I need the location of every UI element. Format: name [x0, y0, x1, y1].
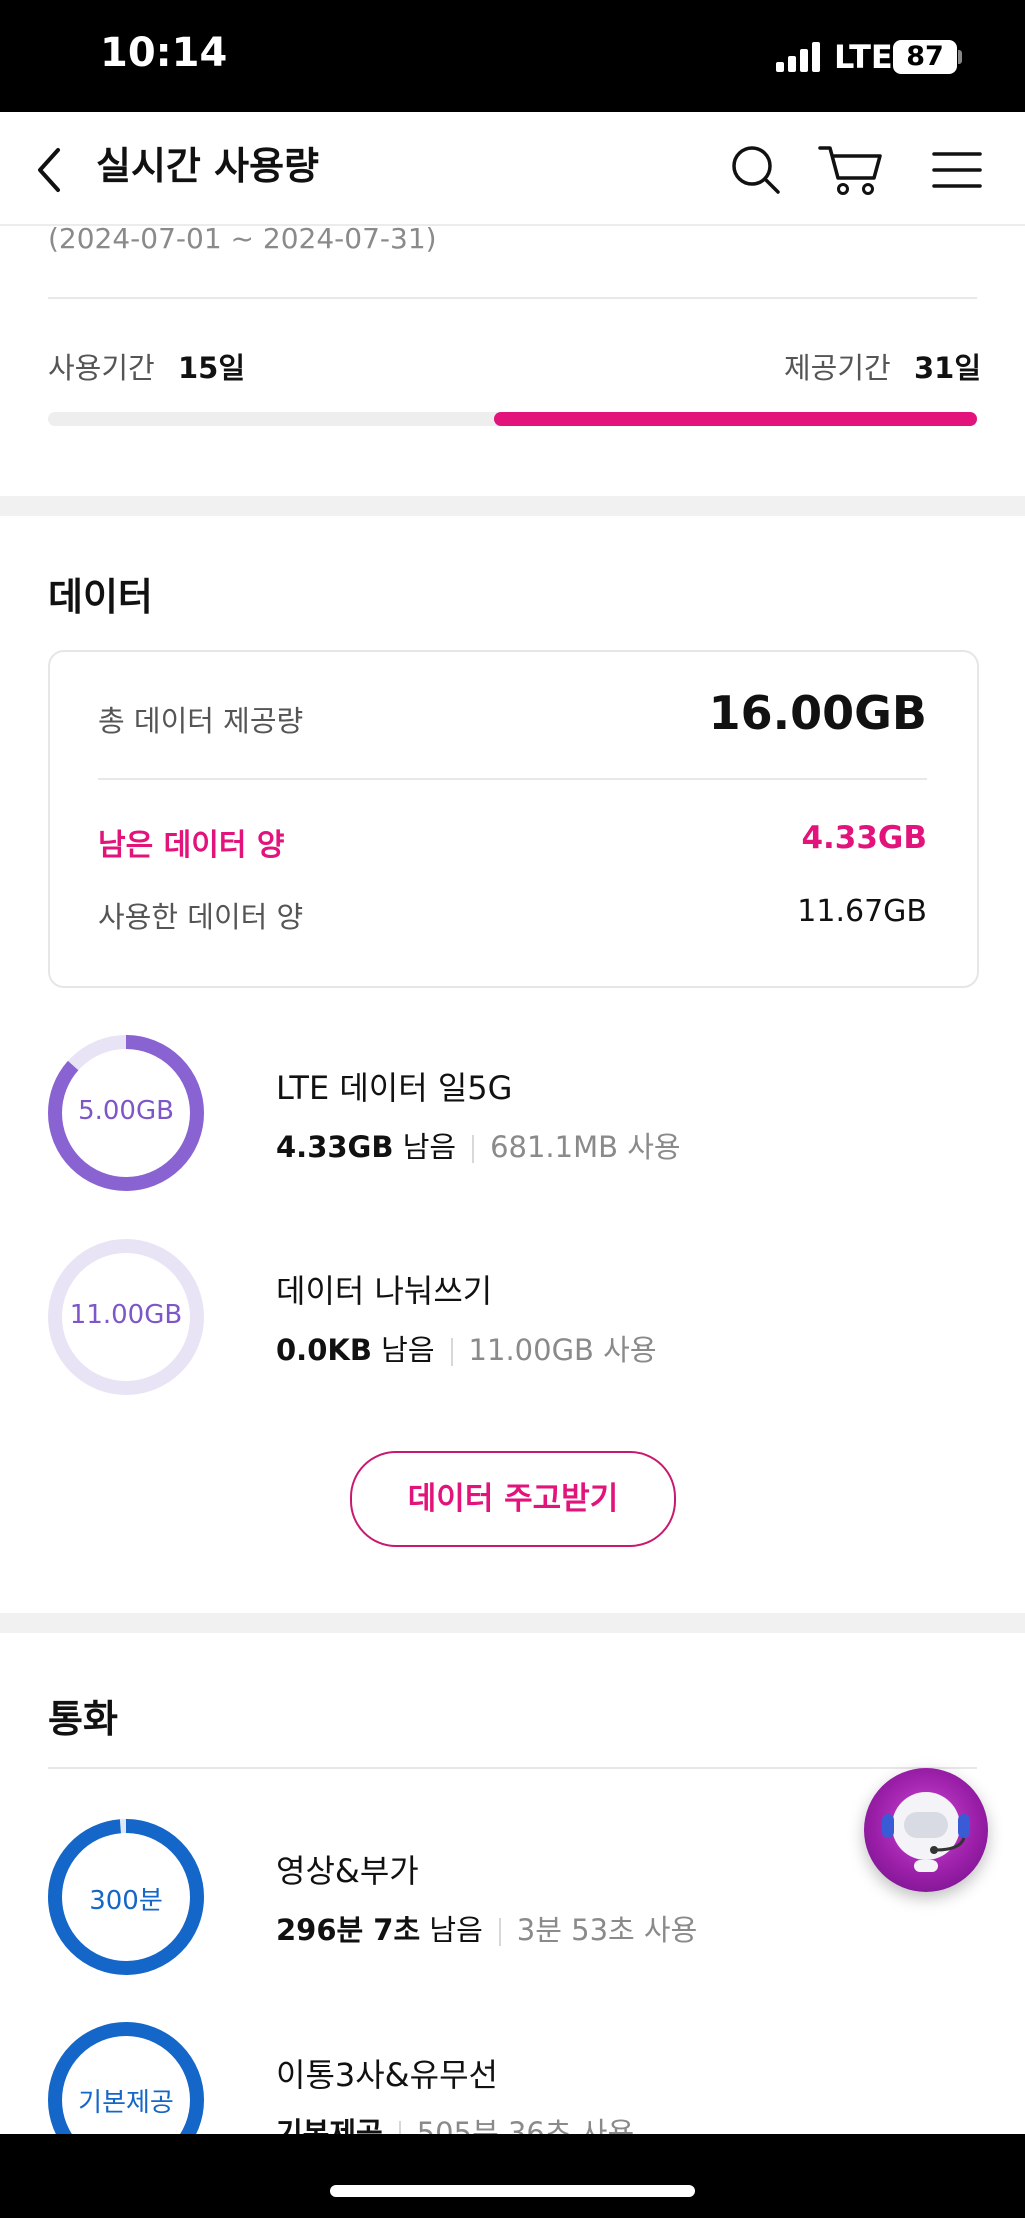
billing-period-range: (2024-07-01 ~ 2024-07-31)	[48, 222, 437, 255]
total-data-label: 총 데이터 제공량	[98, 704, 304, 738]
total-data-value: 16.00GB	[708, 686, 927, 740]
section-divider	[0, 1613, 1025, 1633]
data-plan-remaining: 4.33GB	[276, 1130, 394, 1164]
data-section-heading: 데이터	[48, 575, 153, 619]
menu-icon	[932, 152, 982, 188]
remaining-data-value: 4.33GB	[801, 820, 927, 856]
provided-period-label: 제공기간	[784, 351, 891, 385]
video-call-used: 3분 53초 사용	[516, 1913, 698, 1947]
divider	[48, 1767, 977, 1769]
voice-call-ring-label: 기본제공	[78, 2088, 174, 2118]
period-progress-fill	[494, 412, 977, 426]
chatbot-icon	[882, 1792, 970, 1872]
used-period-value: 15일	[178, 351, 246, 385]
home-bar	[0, 2134, 1025, 2218]
search-button[interactable]	[728, 142, 784, 198]
page-title: 실시간 사용량	[96, 144, 319, 188]
video-call-remaining: 296분 7초	[276, 1913, 421, 1947]
remaining-suffix: 남음	[381, 1333, 435, 1367]
call-section-heading: 통화	[48, 1697, 118, 1741]
section-divider	[0, 496, 1025, 516]
menu-button[interactable]	[930, 142, 986, 198]
data-share-ring-label: 11.00GB	[69, 1300, 183, 1330]
data-plan-usage: 4.33GB 남음 681.1MB 사용	[276, 1124, 681, 1166]
video-call-title: 영상&부가	[276, 1852, 419, 1890]
used-data-value: 11.67GB	[797, 894, 927, 929]
data-ring-label: 5.00GB	[78, 1096, 174, 1126]
data-plan-used: 681.1MB 사용	[490, 1130, 681, 1164]
divider	[48, 297, 977, 299]
used-data-label: 사용한 데이터 양	[98, 900, 304, 934]
provided-period-value: 31일	[914, 351, 982, 385]
divider	[98, 778, 927, 780]
signal-icon	[776, 42, 824, 72]
separator	[498, 1918, 501, 1946]
voice-call-title: 이통3사&유무선	[276, 2056, 498, 2094]
data-share-used: 11.00GB 사용	[468, 1333, 657, 1367]
video-call-ring-label: 300분	[89, 1886, 163, 1916]
data-gift-button[interactable]: 데이터 주고받기	[350, 1451, 676, 1547]
back-button[interactable]	[30, 140, 70, 200]
network-type: LTE	[834, 38, 893, 76]
used-period-label: 사용기간	[48, 351, 155, 385]
status-time: 10:14	[100, 30, 228, 76]
cart-button[interactable]	[818, 142, 884, 198]
data-share-remaining: 0.0KB	[276, 1333, 372, 1367]
data-share-title: 데이터 나눠쓰기	[276, 1272, 493, 1310]
cart-icon	[818, 146, 882, 195]
data-plan-title: LTE 데이터 일5G	[276, 1069, 513, 1107]
battery-icon	[958, 50, 962, 64]
search-icon	[732, 146, 780, 194]
chatbot-button[interactable]	[864, 1768, 988, 1892]
separator	[472, 1135, 475, 1163]
remaining-suffix: 남음	[429, 1913, 483, 1947]
remaining-data-label: 남은 데이터 양	[98, 828, 285, 863]
battery-level: 87	[893, 40, 957, 74]
data-share-usage: 0.0KB 남음 11.00GB 사용	[276, 1327, 657, 1369]
back-icon	[38, 148, 60, 192]
home-indicator[interactable]	[330, 2185, 695, 2197]
separator	[450, 1338, 453, 1366]
video-call-usage: 296분 7초 남음 3분 53초 사용	[276, 1907, 697, 1949]
remaining-suffix: 남음	[402, 1130, 457, 1164]
